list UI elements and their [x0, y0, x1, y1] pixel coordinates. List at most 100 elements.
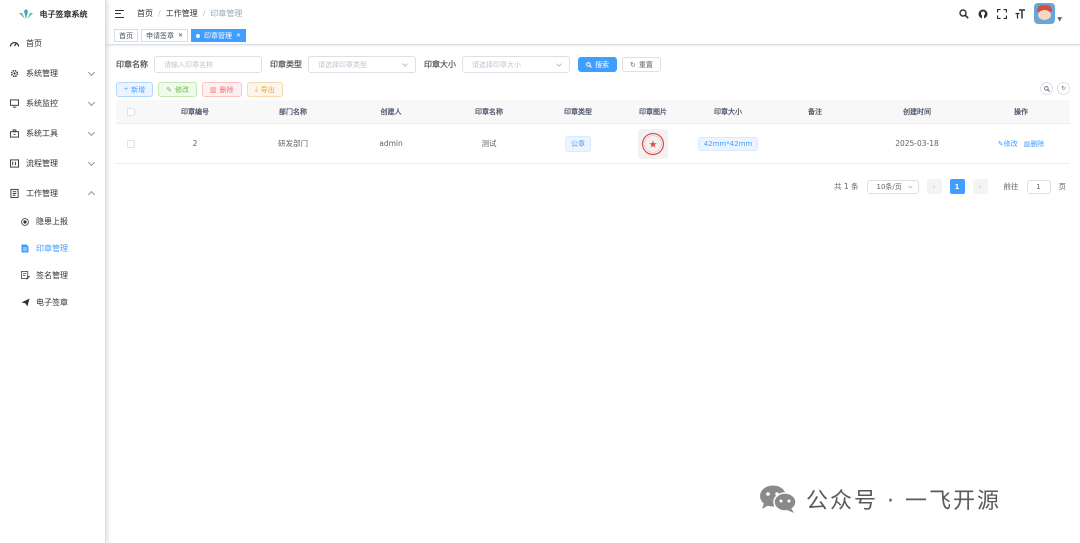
- col-actions: 操作: [1014, 107, 1028, 116]
- tag-label: 申请签章: [146, 31, 174, 40]
- sidebar-item-label: 系统工具: [26, 128, 58, 138]
- sidebar-subitem-seal-manage[interactable]: 印章管理: [0, 235, 105, 262]
- sidebar-subitem-label: 印章管理: [36, 244, 68, 253]
- seal-type-label: 印章类型: [270, 60, 302, 69]
- col-remark: 备注: [808, 107, 822, 116]
- seal-image[interactable]: [638, 128, 668, 159]
- row-select-cell: [116, 139, 146, 148]
- search-icon: [586, 61, 592, 68]
- active-dot: [196, 33, 201, 38]
- search-icon[interactable]: [958, 8, 969, 19]
- edit-button-label: 修改: [174, 86, 189, 94]
- seal-name-input[interactable]: 请输入印章名称: [154, 56, 262, 73]
- sidebar-item-work[interactable]: 工作管理: [0, 178, 105, 208]
- hamburger-icon[interactable]: [115, 9, 124, 18]
- sidebar-subitem-signature-manage[interactable]: 签名管理: [0, 262, 105, 289]
- tag-seal-manage[interactable]: 印章管理 ✕: [191, 29, 247, 42]
- sidebar-subitem-hazard-report[interactable]: 隐患上报: [0, 208, 105, 235]
- refresh-icon[interactable]: ↻: [1057, 82, 1070, 95]
- prev-page-button[interactable]: ‹: [926, 179, 942, 194]
- seal-name-placeholder: 请输入印章名称: [164, 60, 213, 69]
- tag-apply-seal[interactable]: 申请签章 ✕: [141, 29, 189, 42]
- document-icon: [20, 244, 30, 254]
- add-button-label: 新增: [131, 86, 146, 94]
- row-checkbox[interactable]: [127, 139, 135, 148]
- sidebar-subitem-label: 电子签章: [36, 298, 68, 307]
- page-number-button[interactable]: 1: [949, 179, 965, 194]
- goto-page-input[interactable]: 1: [1026, 179, 1051, 194]
- next-page-button[interactable]: ›: [972, 179, 988, 194]
- table-header: 印章编号 部门名称 创建人 印章名称 印章类型 印章图片 印章大小 备注 创建时…: [116, 100, 1070, 124]
- fullscreen-icon[interactable]: [996, 8, 1007, 19]
- monitor-icon: [9, 98, 19, 108]
- github-icon[interactable]: [977, 8, 988, 19]
- app-root: 电子签章系统 首页 系统管理 系统监控 系统工具 流程管理 工作管理 隐患上报 …: [0, 0, 1080, 543]
- chevron-down-icon: [87, 128, 96, 137]
- row-edit-button[interactable]: ✎修改: [998, 139, 1018, 149]
- seal-name-label: 印章名称: [116, 60, 148, 69]
- seal-table: 印章编号 部门名称 创建人 印章名称 印章类型 印章图片 印章大小 备注 创建时…: [116, 100, 1070, 164]
- sidebar-item-home[interactable]: 首页: [0, 28, 105, 58]
- signature-icon: [20, 271, 30, 281]
- sidebar-subitem-label: 隐患上报: [36, 217, 68, 226]
- edit-button[interactable]: ✎ 修改: [158, 82, 197, 97]
- seal-stamp-icon: [641, 132, 665, 155]
- sidebar-item-label: 系统管理: [26, 68, 58, 78]
- reset-button[interactable]: ↻ 重置: [622, 57, 661, 72]
- target-icon: [20, 217, 30, 227]
- cell-actions: ✎修改 ▥删除: [972, 139, 1070, 149]
- select-all-cell: [116, 107, 146, 116]
- tag-label: 首页: [119, 31, 133, 40]
- export-button[interactable]: ⤓ 导出: [246, 82, 283, 97]
- cell-seal-name: 测试: [481, 139, 497, 148]
- col-seal-id: 印章编号: [181, 107, 209, 116]
- breadcrumb-work[interactable]: 工作管理: [166, 8, 198, 19]
- select-all-checkbox[interactable]: [127, 107, 135, 116]
- toggle-search-icon[interactable]: [1040, 82, 1053, 95]
- cell-dept: 研发部门: [278, 139, 308, 148]
- search-button[interactable]: 搜索: [578, 57, 617, 72]
- font-size-icon[interactable]: [1015, 8, 1026, 19]
- sidebar-item-monitor[interactable]: 系统监控: [0, 88, 105, 118]
- delete-button[interactable]: ▥ 删除: [201, 82, 242, 97]
- chevron-down-icon: [907, 183, 913, 189]
- logo[interactable]: 电子签章系统: [0, 0, 105, 28]
- action-toolbar: + 新增 ✎ 修改 ▥ 删除 ⤓ 导出: [116, 82, 283, 97]
- search-form: 印章名称 请输入印章名称 印章类型 请选择印章类型 印章大小 请选择印章大小 搜…: [116, 56, 661, 73]
- watermark: 公众号 · 一飞开源: [758, 483, 1001, 515]
- chevron-up-icon: [87, 190, 96, 199]
- close-icon[interactable]: ✕: [236, 32, 241, 39]
- breadcrumb-separator: /: [202, 9, 206, 18]
- cell-created: 2025-03-18: [895, 139, 939, 148]
- sidebar-item-system[interactable]: 系统管理: [0, 58, 105, 88]
- goto-prefix: 前往: [1003, 182, 1019, 191]
- col-seal-size: 印章大小: [714, 107, 742, 116]
- page-size-select[interactable]: 10条/页: [866, 179, 919, 194]
- header-actions: ▼: [958, 3, 1062, 24]
- seal-type-badge: 公章: [565, 135, 591, 152]
- cell-seal-type: 公章: [538, 135, 618, 152]
- col-created: 创建时间: [903, 107, 931, 116]
- chevron-down-icon: [87, 98, 96, 107]
- sidebar-item-tools[interactable]: 系统工具: [0, 118, 105, 148]
- sidebar-subitem-label: 签名管理: [36, 271, 68, 280]
- breadcrumb-home[interactable]: 首页: [137, 8, 153, 19]
- avatar[interactable]: [1034, 3, 1056, 24]
- row-delete-button[interactable]: ▥删除: [1024, 139, 1045, 149]
- col-seal-image: 印章图片: [639, 107, 667, 116]
- wechat-icon: [760, 485, 797, 513]
- close-icon[interactable]: ✕: [178, 32, 183, 39]
- add-button[interactable]: + 新增: [116, 82, 154, 97]
- seal-size-select[interactable]: 请选择印章大小: [462, 56, 570, 73]
- toolbox-icon: [9, 128, 19, 138]
- sidebar-item-label: 流程管理: [26, 158, 58, 168]
- seal-type-select[interactable]: 请选择印章类型: [308, 56, 416, 73]
- goto-page-value: 1: [1036, 182, 1041, 191]
- sidebar-item-flow[interactable]: 流程管理: [0, 148, 105, 178]
- caret-down-icon[interactable]: ▼: [1057, 16, 1062, 23]
- sidebar-subitem-e-sign[interactable]: 电子签章: [0, 289, 105, 316]
- chevron-down-icon: [402, 61, 408, 67]
- row-edit-label: 修改: [1003, 139, 1018, 148]
- tag-home[interactable]: 首页: [114, 29, 138, 42]
- breadcrumb: 首页 / 工作管理 / 印章管理: [137, 8, 242, 19]
